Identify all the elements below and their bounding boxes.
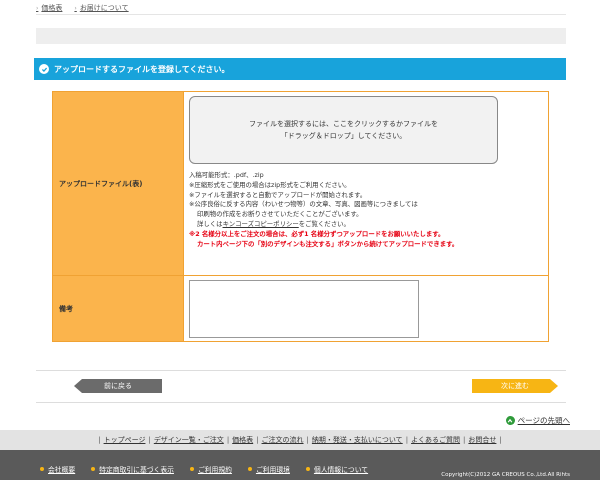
check-circle-icon <box>39 64 49 74</box>
accepted-formats: 入稿可能形式：.pdf、.zip <box>189 171 264 179</box>
divider <box>36 402 566 403</box>
separator: | <box>499 436 502 444</box>
footer-nav-flow[interactable]: ご注文の流れ <box>262 435 304 445</box>
memo-textarea[interactable] <box>189 280 419 338</box>
divider <box>36 14 566 15</box>
top-nav-link-price[interactable]: › 価格表 <box>36 3 62 13</box>
policy-prefix: 詳しくは <box>197 219 223 228</box>
bullet-icon <box>91 467 96 471</box>
bullet-icon <box>305 467 310 471</box>
separator: | <box>405 436 409 444</box>
copy-policy-link[interactable]: キンコーズコピーポリシー <box>223 220 299 228</box>
upload-form-table: アップロードファイル(表) ファイルを選択するには、ここをクリックするかファイル… <box>52 91 549 342</box>
footer-link-label: 個人情報について <box>313 466 369 474</box>
spacer-bar <box>36 28 566 44</box>
separator: | <box>256 436 259 444</box>
footer-link-company[interactable]: 会社概要 <box>40 464 75 474</box>
dropzone-text-line1: ファイルを選択するには、ここをクリックするかファイルを <box>249 120 438 128</box>
file-dropzone[interactable]: ファイルを選択するには、ここをクリックするかファイルを 「ドラッグ＆ドロップ」し… <box>189 96 498 164</box>
memo-cell <box>184 276 548 341</box>
footer-nav: | トップページ | デザイン一覧・ご注文 | 価格表 | ご注文の流れ | 納… <box>0 430 600 450</box>
page-top-link[interactable]: ページの先頭へ <box>505 415 570 426</box>
upload-label: アップロードファイル(表) <box>53 92 184 275</box>
top-nav-link-label: お届けについて <box>79 4 129 12</box>
separator: | <box>463 436 466 444</box>
upload-cell: ファイルを選択するには、ここをクリックするかファイルを 「ドラッグ＆ドロップ」し… <box>184 92 548 275</box>
footer-link-label: ご利用規約 <box>197 466 232 474</box>
footer-link-label: 会社概要 <box>48 466 76 474</box>
footer-link-terms[interactable]: ご利用規約 <box>189 464 232 474</box>
policy-suffix: をご覧ください。 <box>298 219 350 228</box>
bullet-icon <box>40 467 44 471</box>
footer-nav-designs[interactable]: デザイン一覧・ご注文 <box>154 435 224 445</box>
memo-label: 備考 <box>53 276 184 341</box>
divider <box>36 370 566 371</box>
section-title: アップロードするファイルを登録してください。 <box>54 64 230 74</box>
separator: | <box>226 436 230 444</box>
top-nav-link-label: 価格表 <box>41 4 63 12</box>
note-line-policy: 詳しくはキンコーズコピーポリシーをご覧ください。 <box>189 220 544 230</box>
note-line: 印刷物の作成をお断りさせていただくことがございます。 <box>197 210 363 219</box>
memo-row: 備考 <box>53 276 548 341</box>
bullet-icon: › <box>74 4 77 12</box>
dropzone-text-line2: 「ドラッグ＆ドロップ」してください。 <box>280 132 407 140</box>
warning-line: ※2 名様分以上をご注文の場合は、必ず1 名様分ずつアップロードをお願いいたしま… <box>189 229 445 238</box>
separator: | <box>98 436 101 444</box>
arrow-up-icon <box>505 416 515 425</box>
footer-link-privacy[interactable]: 個人情報について <box>305 464 369 474</box>
footer-nav-delivery[interactable]: 納期・発送・支払いについて <box>312 435 403 445</box>
warning-line: カート内ページ下の「別のデザインも注文する」ボタンから続けてアップロードできます… <box>197 239 459 248</box>
note-line: ※公序良俗に反する内容（わいせつ物等）の文章、写真、図画等につきましては <box>189 200 418 209</box>
upload-notes: 入稿可能形式：.pdf、.zip ※圧縮形式をご使用の場合はzip形式をご利用く… <box>189 171 544 249</box>
footer-link-legal[interactable]: 特定商取引に基づく表示 <box>91 464 174 474</box>
upload-row: アップロードファイル(表) ファイルを選択するには、ここをクリックするかファイル… <box>53 92 548 276</box>
footer-link-environment[interactable]: ご利用環境 <box>247 464 290 474</box>
bullet-icon <box>189 467 194 471</box>
footer-nav-top[interactable]: トップページ <box>104 435 146 445</box>
bullet-icon <box>247 467 252 471</box>
footer: 会社概要 特定商取引に基づく表示 ご利用規約 ご利用環境 個人情報について Co… <box>0 450 600 480</box>
page-top-label: ページの先頭へ <box>517 416 570 425</box>
copyright: Copyright(C)2012 GA CREOUS Co.,Ltd.All R… <box>441 472 570 478</box>
note-line: ※圧縮形式をご使用の場合はzip形式をご利用ください。 <box>189 180 351 189</box>
bullet-icon: › <box>36 4 39 12</box>
footer-link-label: 特定商取引に基づく表示 <box>99 466 174 474</box>
footer-link-label: ご利用環境 <box>255 466 290 474</box>
note-line: ※ファイルを選択すると自動でアップロードが開始されます。 <box>189 190 367 199</box>
separator: | <box>306 436 309 444</box>
top-nav-link-delivery[interactable]: › お届けについて <box>74 3 128 13</box>
top-nav: › 価格表 › お届けについて <box>36 2 129 14</box>
footer-links: 会社概要 特定商取引に基づく表示 ご利用規約 ご利用環境 個人情報について <box>40 464 368 474</box>
footer-nav-contact[interactable]: お問合せ <box>468 435 496 445</box>
next-button[interactable]: 次に進む <box>472 379 558 393</box>
footer-nav-price[interactable]: 価格表 <box>232 435 253 445</box>
footer-nav-faq[interactable]: よくあるご質問 <box>411 435 460 445</box>
back-button[interactable]: 前に戻る <box>74 379 162 393</box>
section-title-bar: アップロードするファイルを登録してください。 <box>34 58 566 80</box>
separator: | <box>148 436 151 444</box>
